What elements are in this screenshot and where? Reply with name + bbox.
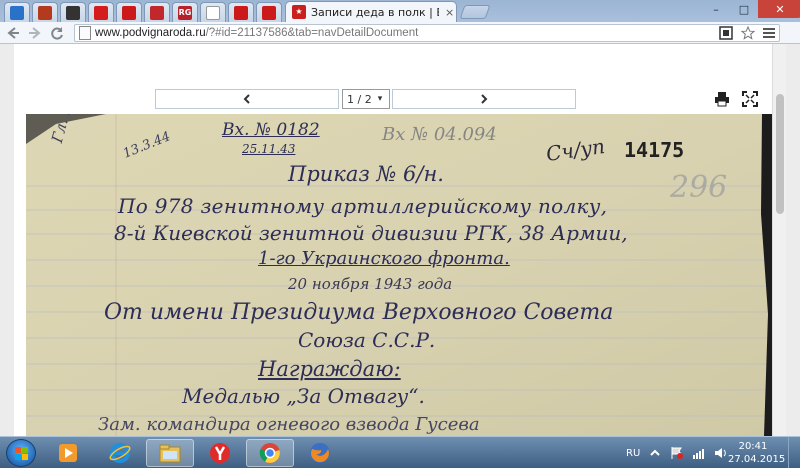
pinned-tab[interactable] (144, 2, 170, 22)
windows-taskbar: RU 20:41 27.04.2015 (0, 436, 800, 468)
order-line-ussr: Союза С.С.Р. (298, 328, 436, 352)
tab-title: Записи деда в полк | Бе: (311, 5, 439, 19)
page-select[interactable]: 1 / 2 ▾ (342, 89, 390, 109)
clock-date: 27.04.2015 (728, 454, 786, 465)
pinned-tab[interactable] (60, 2, 86, 22)
action-center-flag-icon[interactable] (670, 446, 684, 460)
pinned-tab[interactable] (228, 2, 254, 22)
record-icon (38, 5, 52, 20)
pinned-tab[interactable] (4, 2, 30, 22)
dropdown-arrow-icon: ▾ (377, 94, 383, 104)
order-line-front: 1-го Украинского фронта. (258, 248, 510, 269)
show-desktop-button[interactable] (788, 437, 800, 468)
close-window-button[interactable]: ✕ (758, 0, 800, 18)
taskbar-chrome[interactable] (246, 439, 294, 467)
maximize-button[interactable]: □ (730, 0, 758, 18)
tab-close-icon[interactable]: × (445, 6, 454, 19)
system-tray: RU (626, 437, 728, 468)
reload-button[interactable] (48, 25, 66, 45)
network-icon[interactable] (692, 446, 706, 460)
reload-icon (51, 27, 63, 40)
pinned-tab[interactable] (88, 2, 114, 22)
document-viewer: 1 / 2 ▾ 13.3.44 Вх. № 0182 25.11.43 Вх №… (14, 44, 786, 436)
red-emblem-icon (234, 5, 248, 20)
start-button[interactable] (6, 439, 36, 467)
taskbar-clock[interactable]: 20:41 27.04.2015 (728, 440, 786, 466)
pinned-tab[interactable]: RG (172, 2, 198, 22)
address-url[interactable]: www.podvignaroda.ru/?#id=21137586&tab=na… (95, 27, 418, 39)
hamburger-menu-icon (763, 28, 775, 38)
order-title: Приказ № 6/н. (288, 162, 444, 186)
reference-number: Вх. № 0182 (222, 120, 320, 140)
taskbar-internet-explorer[interactable] (96, 439, 144, 467)
blank-page-icon (206, 5, 220, 20)
order-date: 20 ноября 1943 года (288, 275, 453, 293)
fullscreen-icon (742, 91, 758, 107)
order-line-medal: Медалью „За Отвагу“. (182, 384, 425, 408)
page-select-value: 1 / 2 (347, 92, 372, 106)
order-line-recipient: Зам. командира огневого взвода Гусева (98, 414, 480, 435)
volume-icon[interactable] (714, 446, 728, 460)
printer-icon (715, 92, 729, 107)
address-bar[interactable]: www.podvignaroda.ru/?#id=21137586&tab=na… (74, 24, 780, 42)
red-emblem-icon (122, 5, 136, 20)
star-outline-icon (150, 5, 164, 20)
order-line-division: 8-й Киевской зенитной дивизии РГК, 38 Ар… (114, 221, 628, 245)
pinned-tab[interactable] (256, 2, 282, 22)
clock-time: 20:41 (738, 441, 768, 452)
taskbar-yandex-browser[interactable] (196, 439, 244, 467)
forward-button[interactable] (26, 25, 44, 45)
bookmark-star-icon[interactable] (741, 26, 755, 40)
pinned-tab[interactable] (116, 2, 142, 22)
minimize-button[interactable]: – (702, 0, 730, 18)
browser-toolbar: www.podvignaroda.ru/?#id=21137586&tab=na… (0, 22, 800, 44)
tab-strip: RG ★ Записи деда в полк | Бе: × – □ ✕ (0, 0, 800, 22)
chevron-left-icon (243, 94, 250, 104)
page-icon (79, 26, 91, 40)
new-tab-button[interactable] (459, 5, 491, 19)
star-icon (94, 5, 108, 20)
chevron-right-icon (481, 94, 488, 104)
back-arrow-icon (7, 27, 19, 39)
order-line-award: Награждаю: (258, 357, 401, 381)
file-explorer-icon (159, 444, 181, 463)
tab-active[interactable]: ★ Записи деда в полк | Бе: × (285, 1, 457, 22)
obd-favicon-icon: ★ (292, 5, 306, 19)
show-hidden-icons-icon[interactable] (648, 446, 662, 460)
rg-ru-icon: RG (178, 5, 192, 20)
windows-logo-icon (15, 447, 28, 460)
home-icon (10, 5, 24, 20)
back-button[interactable] (4, 25, 22, 45)
scrollbar-thumb[interactable] (776, 94, 784, 214)
fullscreen-button[interactable] (740, 89, 760, 109)
internet-explorer-icon (109, 443, 131, 463)
print-button[interactable] (712, 89, 732, 109)
order-line-presidium: От имени Президиума Верховного Совета (104, 300, 614, 325)
next-page-button[interactable] (392, 89, 576, 109)
chrome-menu-button[interactable] (763, 26, 777, 40)
chrome-icon (259, 443, 280, 463)
incoming-stamp: Вх № 04.094 (382, 124, 497, 145)
pinned-tab[interactable] (32, 2, 58, 22)
page-viewport: 1 / 2 ▾ 13.3.44 Вх. № 0182 25.11.43 Вх №… (0, 44, 800, 436)
red-emblem-icon (262, 5, 276, 20)
yandex-browser-icon (210, 443, 230, 463)
language-indicator[interactable]: RU (626, 448, 640, 459)
vertical-scrollbar[interactable] (772, 44, 786, 436)
reference-date: 25.11.43 (242, 142, 296, 156)
scanned-document-image: Гл. Упр. ф 13.3.44 Вх. № 0182 25.11.43 В… (26, 114, 772, 436)
prev-page-button[interactable] (155, 89, 339, 109)
forward-arrow-icon (29, 27, 41, 39)
pinned-tab[interactable] (200, 2, 226, 22)
firefox-icon (310, 443, 330, 463)
media-player-icon (59, 444, 77, 462)
taskbar-firefox[interactable] (296, 439, 344, 467)
archive-number: 14175 (624, 138, 685, 162)
taskbar-file-explorer[interactable] (146, 439, 194, 467)
taskbar-media-player[interactable] (44, 439, 92, 467)
film-icon (66, 5, 80, 20)
order-line-regiment: По 978 зенитному артиллерийскому полку, (118, 194, 608, 218)
screenshot-extension-icon[interactable] (719, 26, 733, 40)
page-mark: 296 (670, 170, 728, 205)
